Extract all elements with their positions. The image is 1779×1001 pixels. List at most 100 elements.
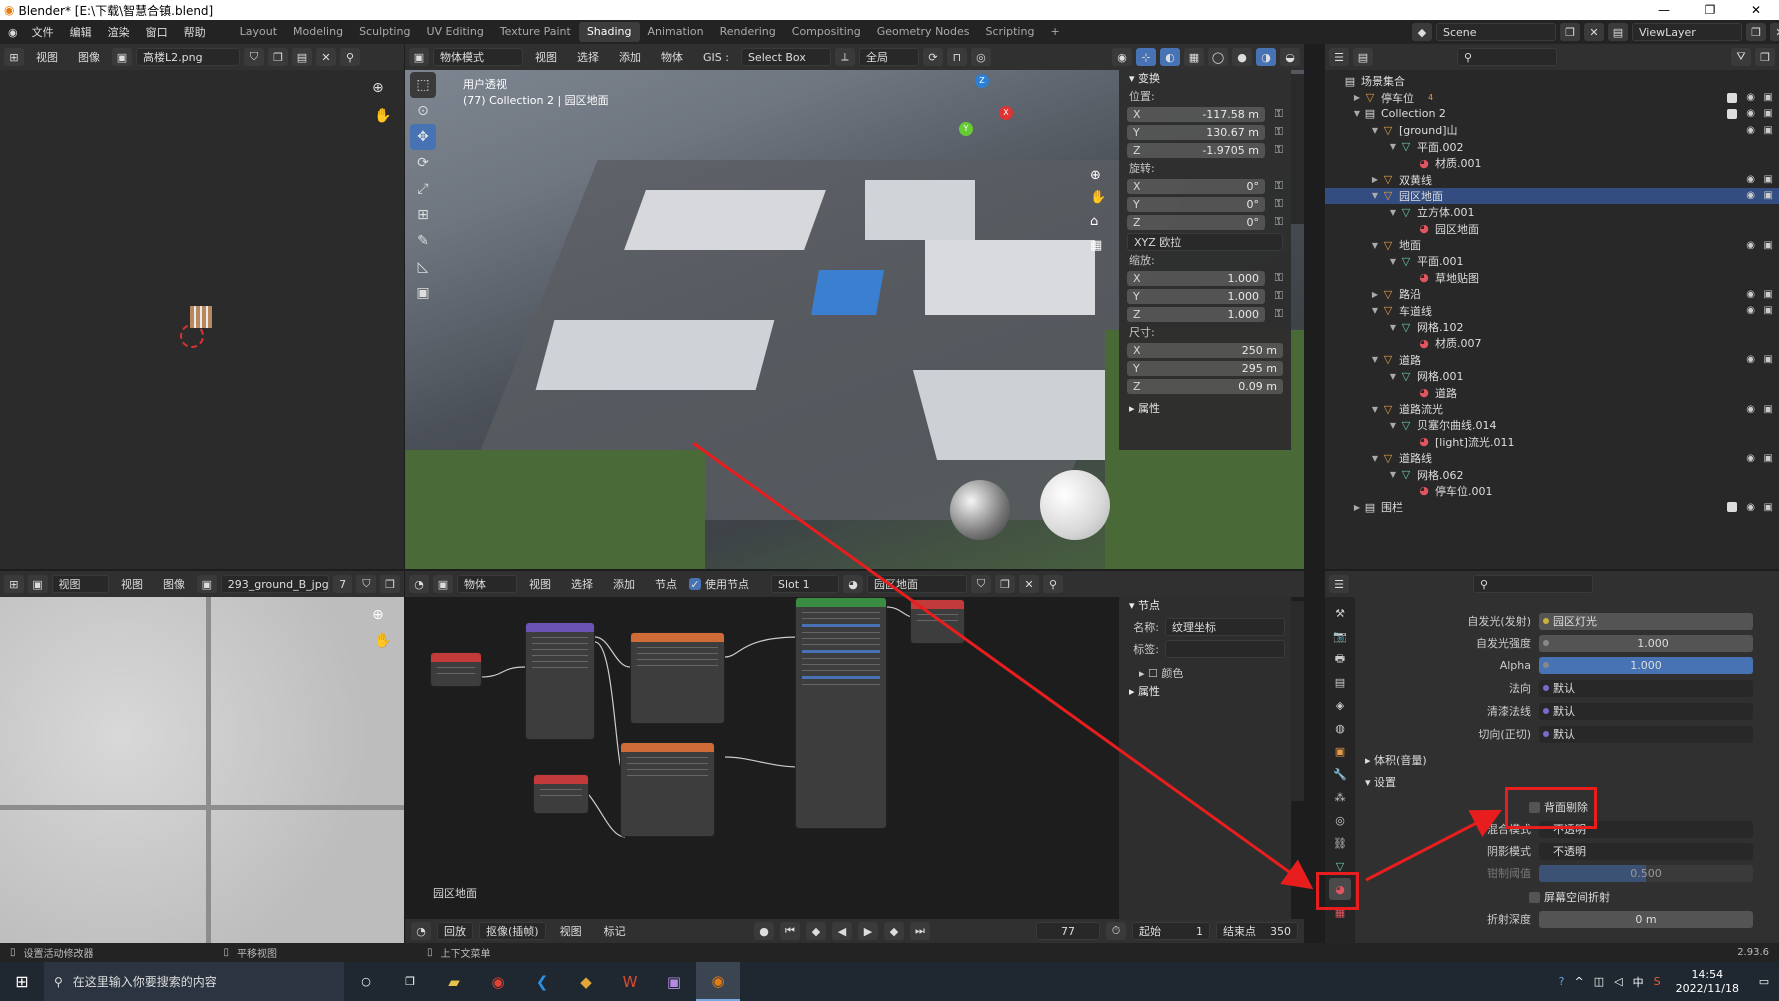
normal-field[interactable]: 默认 <box>1539 679 1753 697</box>
cursor-tool-icon[interactable]: ⊙ <box>410 98 436 124</box>
visibility-eye-icon[interactable]: ◉ <box>1746 174 1755 185</box>
world-tab-icon[interactable]: ◍ <box>1329 717 1351 739</box>
outliner-row[interactable]: ▶ ▽ 停车位 4 ◉ ▣ <box>1325 89 1779 105</box>
remove-view-layer-icon[interactable]: ✕ <box>1770 23 1779 41</box>
outliner-row[interactable]: ▼ ▽ 道路 ◉ ▣ <box>1325 352 1779 368</box>
visibility-eye-icon[interactable]: ◉ <box>1746 92 1755 103</box>
solid-shading-icon[interactable]: ● <box>1232 48 1252 66</box>
constraints-tab-icon[interactable]: ⛓ <box>1329 832 1351 854</box>
ime-indicator[interactable]: 中 <box>1633 974 1644 990</box>
render-camera-icon[interactable]: ▣ <box>1764 174 1773 185</box>
menu-node[interactable]: 节点 <box>647 576 685 592</box>
visibility-eye-icon[interactable]: ◉ <box>1746 190 1755 201</box>
image-name-field[interactable]: 高楼L2.png <box>136 48 240 66</box>
new-scene-icon[interactable]: ❐ <box>1560 23 1580 41</box>
overlay-icon[interactable]: ◐ <box>1160 48 1180 66</box>
outliner-row[interactable]: ◕ 园区地面 <box>1325 221 1779 237</box>
network-tray-icon[interactable]: ◫ <box>1594 975 1604 988</box>
expand-arrow-down-icon[interactable]: ▼ <box>1387 421 1399 430</box>
wps-icon[interactable]: W <box>608 973 652 991</box>
new-material-icon[interactable]: ❐ <box>995 575 1015 593</box>
particles-tab-icon[interactable]: ⁂ <box>1329 786 1351 808</box>
lock-icon[interactable]: ⚿ <box>1265 289 1283 303</box>
object-tab-icon[interactable]: ▣ <box>1329 740 1351 762</box>
navigation-gizmo[interactable]: Z X Y <box>953 74 1013 144</box>
expand-arrow-down-icon[interactable]: ▼ <box>1369 126 1381 135</box>
outliner-row[interactable]: ◕ 材质.001 <box>1325 155 1779 171</box>
transform-tool-icon[interactable]: ⊞ <box>410 202 436 228</box>
outliner-row[interactable]: ▶ ▤ 围栏 ◉ ▣ <box>1325 499 1779 515</box>
emission-strength-field[interactable]: 1.000 <box>1539 634 1753 652</box>
image-name-field[interactable]: 293_ground_B_jpg <box>220 575 329 593</box>
expand-arrow-right-icon[interactable]: ▶ <box>1351 93 1363 102</box>
blender-menu-icon[interactable]: ◉ <box>0 26 24 39</box>
expand-arrow-down-icon[interactable]: ▼ <box>1387 470 1399 479</box>
tangent-field[interactable]: 默认 <box>1539 725 1753 743</box>
render-camera-icon[interactable]: ▣ <box>1764 354 1773 365</box>
alpha-field[interactable]: 1.000 <box>1539 656 1753 674</box>
scale-tool-icon[interactable]: ⤢ <box>410 176 436 202</box>
exclude-checkbox[interactable] <box>1727 108 1737 119</box>
tab-geometry-nodes[interactable]: Geometry Nodes <box>869 22 978 42</box>
visibility-eye-icon[interactable]: ◉ <box>1746 453 1755 464</box>
new-view-layer-icon[interactable]: ❐ <box>1746 23 1766 41</box>
outliner-search-input[interactable]: ⚲ <box>1457 48 1557 66</box>
tool-tab-icon[interactable]: ⚒ <box>1329 602 1351 624</box>
node-material-output[interactable] <box>910 599 965 644</box>
pan-hand-icon[interactable]: ✋ <box>374 108 391 124</box>
jump-end-icon[interactable]: ⏭ <box>910 922 930 940</box>
menu-object[interactable]: 物体 <box>653 49 691 65</box>
current-frame-field[interactable]: 77 <box>1036 922 1100 940</box>
menu-image[interactable]: 图像 <box>70 49 108 65</box>
new-image-icon[interactable]: ❐ <box>268 48 288 66</box>
menu-gis[interactable]: GIS : <box>695 51 737 64</box>
editor-type-icon[interactable]: ⊞ <box>4 575 24 593</box>
material-shading-icon[interactable]: ◑ <box>1256 48 1276 66</box>
modifier-tab-icon[interactable]: 🔧 <box>1329 763 1351 785</box>
menu-view[interactable]: 视图 <box>113 576 151 592</box>
start-frame-field[interactable]: 起始 1 <box>1132 922 1210 940</box>
tab-shading[interactable]: Shading <box>578 22 640 42</box>
location-z-field[interactable]: Z -1.9705 m <box>1127 142 1265 158</box>
visibility-eye-icon[interactable]: ◉ <box>1746 502 1755 513</box>
exclude-checkbox[interactable] <box>1727 502 1737 513</box>
tray-expand-icon[interactable]: ^ <box>1575 975 1584 988</box>
outliner-row[interactable]: ▼ ▽ 园区地面 ◉ ▣ <box>1325 187 1779 205</box>
close-button[interactable]: ✕ <box>1733 0 1779 20</box>
menu-view[interactable]: 视图 <box>28 49 66 65</box>
outliner-row[interactable]: ◕ 草地贴图 <box>1325 270 1779 286</box>
scene-tab-icon[interactable]: ◈ <box>1329 694 1351 716</box>
view-dropdown[interactable]: 视图 <box>51 575 109 593</box>
ssr-checkbox[interactable] <box>1529 891 1540 903</box>
ssr-option[interactable]: 屏幕空间折射 <box>1529 889 1610 905</box>
image-browse-icon[interactable]: ▣ <box>196 575 217 593</box>
render-camera-icon[interactable]: ▣ <box>1764 289 1773 300</box>
settings-section-header[interactable]: ▾ 设置 <box>1365 774 1396 790</box>
menu-view[interactable]: 视图 <box>552 923 590 939</box>
menu-window[interactable]: 窗口 <box>138 24 176 40</box>
node-tag-field[interactable] <box>1165 640 1285 658</box>
outliner-row[interactable]: ▼ ▽ 平面.002 <box>1325 139 1779 155</box>
wireframe-shading-icon[interactable]: ◯ <box>1208 48 1228 66</box>
vscode-icon[interactable]: ❮ <box>520 973 564 991</box>
taskbar-search-box[interactable]: ⚲ 在这里输入你要搜索的内容 <box>44 962 344 1001</box>
scale-y-field[interactable]: Y 1.000 <box>1127 288 1265 304</box>
measure-tool-icon[interactable]: ◺ <box>410 254 436 280</box>
texture-preview[interactable]: ⊕ ✋ <box>0 597 404 943</box>
shadow-mode-dropdown[interactable]: 不透明 <box>1539 842 1753 860</box>
menu-marker[interactable]: 标记 <box>596 923 634 939</box>
lock-icon[interactable]: ⚿ <box>1265 125 1283 139</box>
expand-arrow-down-icon[interactable]: ▼ <box>1387 142 1399 151</box>
tab-compositing[interactable]: Compositing <box>784 22 869 42</box>
visibility-eye-icon[interactable]: ◉ <box>1746 305 1755 316</box>
rotation-mode-dropdown[interactable]: XYZ 欧拉 <box>1127 233 1283 251</box>
material-browse-icon[interactable]: ◕ <box>843 575 863 593</box>
menu-render[interactable]: 渲染 <box>100 24 138 40</box>
scale-z-field[interactable]: Z 1.000 <box>1127 306 1265 322</box>
lock-icon[interactable]: ⚿ <box>1265 215 1283 229</box>
expand-arrow-down-icon[interactable]: ▼ <box>1351 109 1363 118</box>
viewport-camera-icon[interactable]: ⌂ <box>1090 214 1098 229</box>
outliner-row[interactable]: ◕ [light]流光.011 <box>1325 434 1779 450</box>
fake-user-icon[interactable]: ⛉ <box>356 575 377 593</box>
outliner-row[interactable]: ◕ 材质.007 <box>1325 335 1779 351</box>
